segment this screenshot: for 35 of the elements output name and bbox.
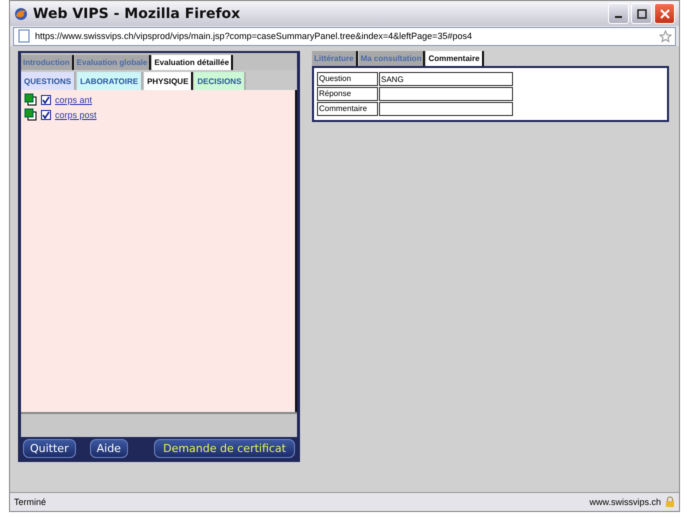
field-label: Commentaire xyxy=(317,102,378,116)
sub-tab[interactable]: LABORATOIRE xyxy=(77,72,144,90)
panel-button[interactable]: Aide xyxy=(90,438,128,458)
input-field[interactable]: SANG xyxy=(379,72,513,86)
close-icon xyxy=(660,8,670,18)
sub-tab[interactable]: DECISIONS xyxy=(194,72,246,90)
browser-icon xyxy=(14,6,28,20)
page-icon xyxy=(17,29,31,43)
window-title: Web VIPS - Mozilla Firefox xyxy=(33,6,242,22)
maximize-icon xyxy=(636,8,646,18)
stacked-squares-icon xyxy=(24,108,37,121)
address-field[interactable]: https://www.swissvips.ch/vipsprod/vips/main.jsp?comp=caseSummaryPanel.tree&index=4&leftPage=35#pos4 xyxy=(13,26,676,46)
tab[interactable]: Evaluation détaillée xyxy=(152,55,234,70)
input-field[interactable] xyxy=(379,87,513,101)
tree-link[interactable]: corps post xyxy=(55,110,97,120)
input-field[interactable] xyxy=(379,102,513,116)
checkbox[interactable] xyxy=(41,94,51,104)
minimize-icon xyxy=(615,16,622,18)
maximize-button[interactable] xyxy=(631,3,652,24)
close-button[interactable] xyxy=(654,3,675,24)
field-label: Question xyxy=(317,72,378,86)
minimize-button[interactable] xyxy=(608,3,629,24)
panel-button[interactable]: Quitter xyxy=(23,438,76,458)
padlock-icon xyxy=(665,496,675,508)
site-label: www.swissvips.ch xyxy=(589,497,661,507)
checkbox[interactable] xyxy=(41,110,51,120)
status-text: Terminé xyxy=(14,497,46,507)
sub-tab[interactable]: QUESTIONS xyxy=(21,72,76,90)
stacked-squares-icon xyxy=(24,93,37,106)
sub-tab[interactable]: PHYSIQUE xyxy=(144,72,194,90)
tab[interactable]: Commentaire xyxy=(426,51,484,66)
tree-link[interactable]: corps ant xyxy=(55,94,92,104)
star-icon[interactable] xyxy=(659,30,672,42)
panel-button[interactable]: Demande de certificat xyxy=(154,438,295,458)
field-label: Réponse xyxy=(317,87,378,101)
